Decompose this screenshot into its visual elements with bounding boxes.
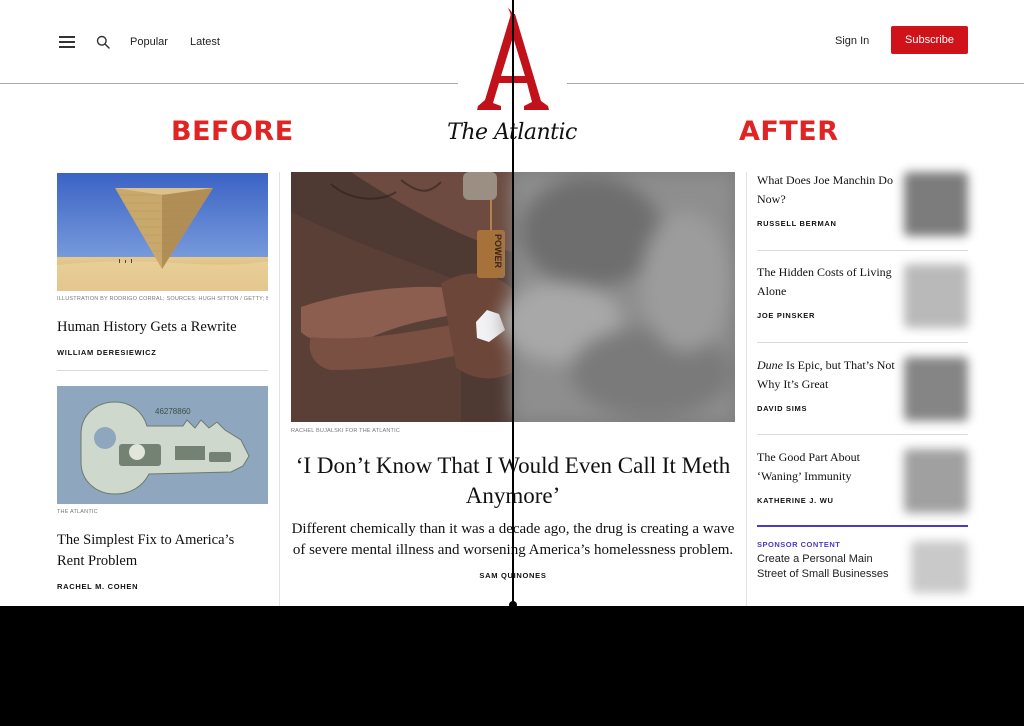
nav-popular-link[interactable]: Popular	[130, 36, 168, 48]
story-byline[interactable]: JOE PINSKER	[757, 311, 815, 320]
pendant-text: POWER	[493, 234, 503, 269]
story-divider	[757, 434, 968, 435]
story-headline[interactable]: What Does Joe Manchin Do Now?	[757, 171, 897, 209]
sponsor-headline[interactable]: Create a Personal Main Street of Small B…	[757, 552, 897, 581]
story-divider	[57, 370, 268, 371]
story-thumbnail[interactable]	[904, 357, 968, 421]
image-credit: RACHEL BUJALSKI FOR THE ATLANTIC	[291, 428, 400, 434]
story-headline[interactable]: The Good Part About ‘Waning’ Immunity	[757, 448, 897, 486]
svg-text:46278860: 46278860	[155, 407, 191, 416]
subscribe-button[interactable]: Subscribe	[891, 26, 968, 54]
column-divider	[279, 172, 280, 606]
story-divider	[757, 250, 968, 251]
nav-latest-link[interactable]: Latest	[190, 36, 220, 48]
story-headline[interactable]: The Hidden Costs of Living Alone	[757, 263, 897, 301]
story-byline[interactable]: KATHERINE J. WU	[757, 496, 834, 505]
headline-italic: Dune	[757, 358, 783, 372]
article-page: Popular Latest Sign In Subscribe The Atl…	[0, 0, 1024, 606]
image-credit: THE ATLANTIC	[57, 509, 98, 515]
story-byline[interactable]: WILLIAM DERESIEWICZ	[57, 348, 157, 357]
divider-handle[interactable]	[509, 601, 517, 609]
story-thumbnail[interactable]	[904, 172, 968, 236]
header-rule	[567, 83, 1024, 84]
story-byline[interactable]: DAVID SIMS	[757, 404, 807, 413]
story-headline[interactable]: The Simplest Fix to America’s Rent Probl…	[57, 530, 257, 572]
comparison-divider[interactable]	[512, 0, 514, 606]
pyramid-image[interactable]	[57, 173, 268, 291]
before-label: BEFORE	[171, 116, 294, 147]
story-byline[interactable]: RACHEL M. COHEN	[57, 582, 138, 591]
dollar-key-image[interactable]: 46278860	[57, 386, 268, 504]
column-divider	[746, 172, 747, 606]
story-byline[interactable]: RUSSELL BERMAN	[757, 219, 837, 228]
story-thumbnail[interactable]	[904, 449, 968, 513]
image-credit: ILLUSTRATION BY RODRIGO CORRAL; SOURCES:…	[57, 296, 268, 302]
hamburger-menu-icon[interactable]	[59, 36, 75, 48]
story-thumbnail[interactable]	[904, 264, 968, 328]
sponsor-label: SPONSOR CONTENT	[757, 540, 841, 549]
header-rule	[0, 83, 458, 84]
sponsor-thumbnail[interactable]	[911, 541, 968, 593]
sign-in-link[interactable]: Sign In	[835, 35, 869, 47]
story-headline[interactable]: Human History Gets a Rewrite	[57, 318, 268, 337]
after-label: AFTER	[739, 116, 839, 147]
search-icon[interactable]	[96, 35, 110, 49]
story-headline[interactable]: Dune Is Epic, but That’s Not Why It’s Gr…	[757, 356, 897, 394]
story-divider	[757, 342, 968, 343]
sponsor-rule	[757, 525, 968, 527]
